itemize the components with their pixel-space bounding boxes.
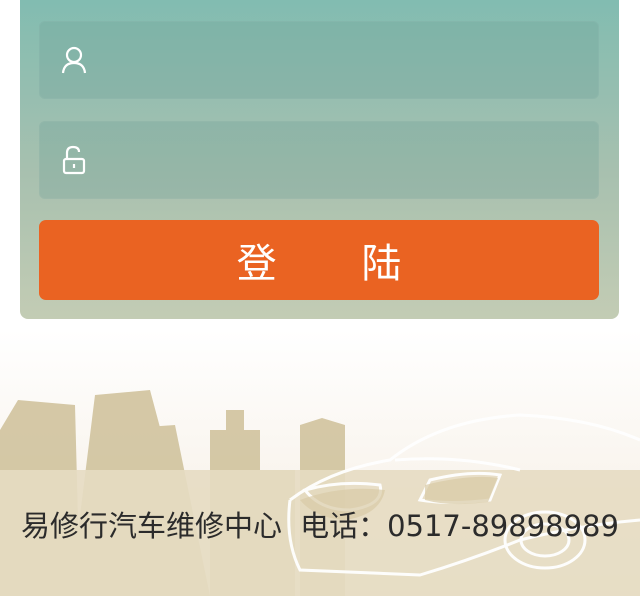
login-button[interactable]: 登 陆	[39, 220, 599, 300]
phone-number: 0517-89898989	[387, 509, 619, 543]
username-input[interactable]	[89, 20, 599, 100]
username-field[interactable]	[39, 20, 599, 100]
password-field[interactable]	[39, 120, 599, 200]
password-input[interactable]	[89, 120, 599, 200]
phone-label: 电话：	[300, 509, 388, 543]
footer-contact: 易修行汽车维修中心 电话：0517-89898989	[0, 503, 640, 545]
login-panel: 登 陆	[20, 0, 619, 319]
user-icon	[59, 45, 89, 75]
company-name: 易修行汽车维修中心	[21, 509, 283, 543]
lock-icon	[59, 145, 89, 175]
